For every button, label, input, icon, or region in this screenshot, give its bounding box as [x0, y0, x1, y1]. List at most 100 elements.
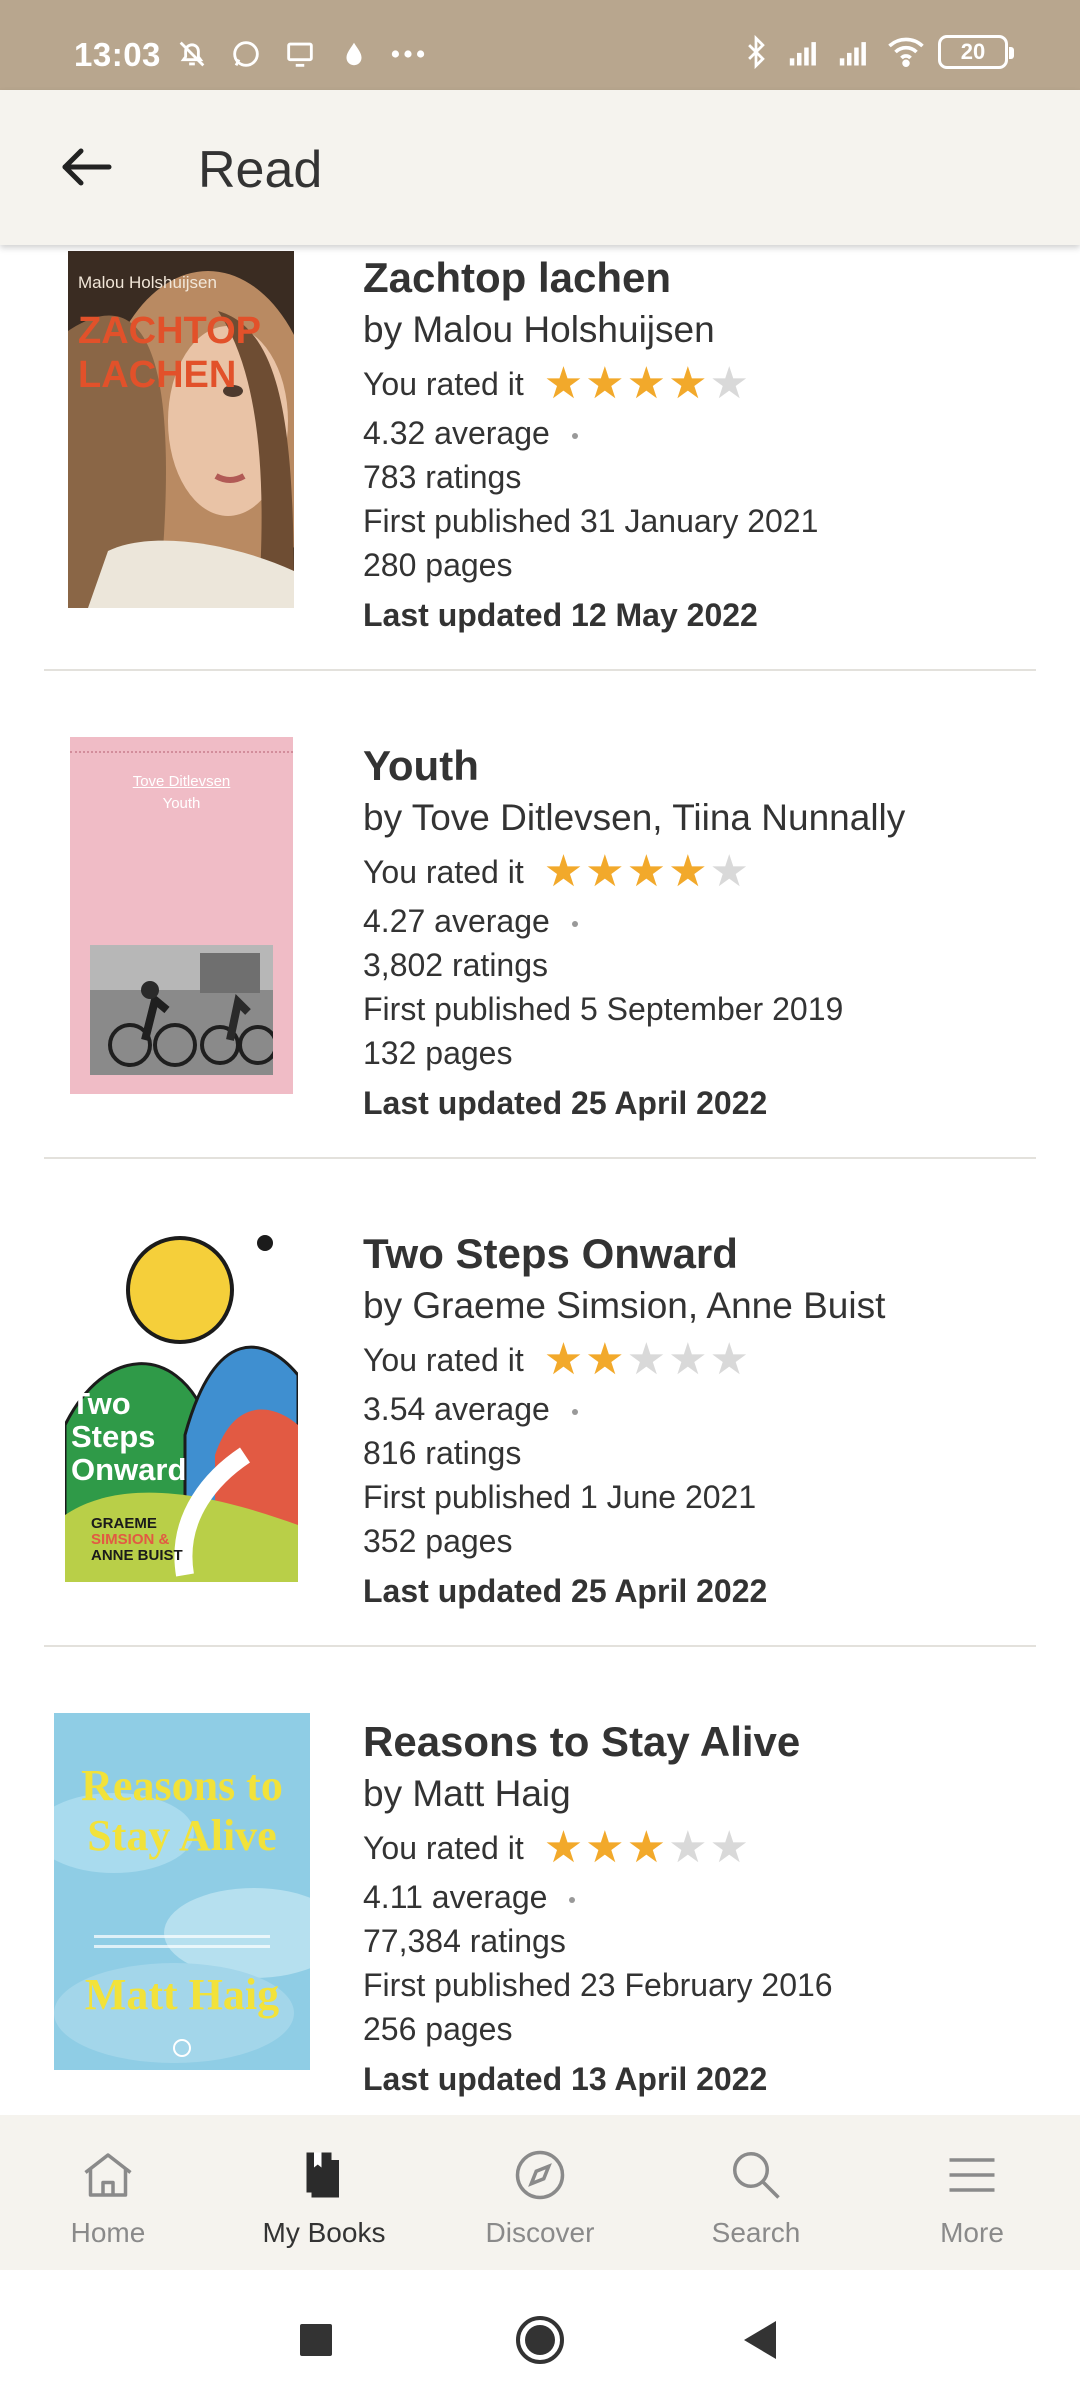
rated-label: You rated it [363, 366, 524, 402]
ratings-count: 3,802 ratings [363, 947, 549, 983]
book-title[interactable]: Youth [363, 741, 905, 791]
star-icon[interactable]: ★ [585, 850, 624, 894]
book-cover[interactable]: Tove Ditlevsen Youth [70, 737, 293, 1094]
star-icon[interactable]: ★ [668, 362, 707, 406]
book-info: Youth by Tove Ditlevsen, Tiina Nunnally … [363, 741, 905, 1131]
book-title[interactable]: Reasons to Stay Alive [363, 1717, 833, 1767]
dot-separator [569, 1896, 576, 1903]
average-rating: 4.11 average [363, 1875, 833, 1919]
star-icon[interactable]: ★ [585, 1338, 624, 1382]
signal-icon [838, 34, 874, 70]
rated-label: You rated it [363, 854, 524, 890]
nav-home-label: Home [70, 2217, 146, 2248]
back-nav-button[interactable] [730, 2310, 790, 2370]
rating-stars[interactable]: ★ ★ ★ ★ ★ [544, 1826, 749, 1870]
average-rating: 3.54 average [363, 1387, 885, 1431]
compass-icon [508, 2143, 572, 2207]
last-updated: Last updated 13 April 2022 [363, 2061, 768, 2097]
book-author[interactable]: by Tove Ditlevsen, Tiina Nunnally [363, 791, 905, 845]
rating-stars[interactable]: ★ ★ ★ ★ ★ [544, 850, 749, 894]
cover-title-text: Youth [162, 795, 201, 812]
star-icon[interactable]: ★ [627, 850, 666, 894]
app-bar: Read [0, 90, 1080, 245]
star-icon[interactable]: ★ [544, 850, 583, 894]
star-icon[interactable]: ★ [544, 362, 583, 406]
user-rating: You rated it ★ ★ ★ ★ ★ [363, 1333, 885, 1387]
star-icon[interactable]: ★ [668, 1826, 707, 1870]
average-text: 3.54 average [363, 1391, 550, 1427]
average-text: 4.11 average [363, 1879, 548, 1915]
search-icon [724, 2143, 788, 2207]
nav-more-label: More [940, 2217, 1004, 2248]
bell-off-icon [174, 36, 210, 72]
book-item[interactable]: Reasons to Stay Alive Matt Haig Reasons … [44, 1647, 1036, 2115]
book-info: Two Steps Onward by Graeme Simsion, Anne… [363, 1229, 885, 1619]
star-icon[interactable]: ★ [710, 850, 749, 894]
last-updated: Last updated 25 April 2022 [363, 1085, 768, 1121]
star-icon[interactable]: ★ [627, 362, 666, 406]
user-rating: You rated it ★ ★ ★ ★ ★ [363, 357, 818, 411]
star-icon[interactable]: ★ [627, 1338, 666, 1382]
home-button[interactable] [510, 2310, 570, 2370]
book-item[interactable]: Tove Ditlevsen Youth Youth by Tove Ditle… [44, 671, 1036, 1159]
star-icon[interactable]: ★ [544, 1826, 583, 1870]
cover-author-text: Tove Ditlevsen [132, 773, 231, 790]
book-item[interactable]: Two Steps Onward GRAEME SIMSION & ANNE B… [44, 1159, 1036, 1647]
page-count: 256 pages [363, 2011, 513, 2047]
average-text: 4.32 average [363, 415, 550, 451]
star-icon[interactable]: ★ [710, 1338, 749, 1382]
cover-title-text: ZACHTOP LACHEN [78, 310, 261, 396]
star-icon[interactable]: ★ [585, 1826, 624, 1870]
books-icon [292, 2143, 356, 2207]
status-time: 13:03 [74, 36, 161, 73]
nav-more[interactable]: More [864, 2115, 1080, 2270]
first-published: First published 23 February 2016 [363, 1967, 833, 2003]
rating-stars[interactable]: ★ ★ ★ ★ ★ [544, 362, 749, 406]
more-dots-icon [390, 36, 426, 72]
first-published: First published 31 January 2021 [363, 503, 819, 539]
dot-separator [571, 432, 578, 439]
rating-stars[interactable]: ★ ★ ★ ★ ★ [544, 1338, 749, 1382]
nav-home[interactable]: Home [0, 2115, 216, 2270]
book-item[interactable]: Malou Holshuijsen ZACHTOP LACHEN Zachtop… [44, 245, 1036, 671]
back-button[interactable] [52, 132, 122, 202]
wifi-icon [888, 34, 924, 70]
book-title[interactable]: Two Steps Onward [363, 1229, 885, 1279]
book-cover[interactable]: Two Steps Onward GRAEME SIMSION & ANNE B… [65, 1225, 298, 1582]
cover-title-text: Reasons to Stay Alive [81, 1761, 283, 1860]
nav-my-books[interactable]: My Books [216, 2115, 432, 2270]
star-icon[interactable]: ★ [585, 362, 624, 406]
star-icon[interactable]: ★ [544, 1338, 583, 1382]
cover-author-text: Malou Holshuijsen [78, 273, 217, 292]
nav-discover[interactable]: Discover [432, 2115, 648, 2270]
page-title: Read [198, 141, 323, 199]
user-rating: You rated it ★ ★ ★ ★ ★ [363, 845, 905, 899]
cover-art [68, 251, 294, 608]
triangle-back-icon [744, 2321, 776, 2359]
dot-separator [571, 1408, 578, 1415]
book-cover[interactable]: Reasons to Stay Alive Matt Haig [54, 1713, 310, 2070]
book-title[interactable]: Zachtop lachen [363, 253, 818, 303]
book-cover[interactable]: Malou Holshuijsen ZACHTOP LACHEN [68, 251, 294, 608]
book-author[interactable]: by Graeme Simsion, Anne Buist [363, 1279, 885, 1333]
cover-title-text: Two Steps Onward [71, 1386, 187, 1487]
ratings-count: 816 ratings [363, 1435, 522, 1471]
book-info: Zachtop lachen by Malou Holshuijsen You … [363, 253, 818, 643]
bottom-nav: Home My Books Discover Search More [0, 2115, 1080, 2270]
star-icon[interactable]: ★ [627, 1826, 666, 1870]
status-right-icons: 20 [738, 34, 1014, 70]
menu-icon [940, 2143, 1004, 2207]
star-icon[interactable]: ★ [668, 1338, 707, 1382]
book-info: Reasons to Stay Alive by Matt Haig You r… [363, 1717, 833, 2107]
star-icon[interactable]: ★ [668, 850, 707, 894]
recents-button[interactable] [286, 2310, 346, 2370]
nav-search[interactable]: Search [648, 2115, 864, 2270]
book-list[interactable]: Malou Holshuijsen ZACHTOP LACHEN Zachtop… [0, 245, 1080, 2115]
book-author[interactable]: by Malou Holshuijsen [363, 303, 818, 357]
book-author[interactable]: by Matt Haig [363, 1767, 833, 1821]
signal-r-icon [788, 34, 824, 70]
average-rating: 4.27 average [363, 899, 905, 943]
star-icon[interactable]: ★ [710, 362, 749, 406]
rated-label: You rated it [363, 1342, 524, 1378]
star-icon[interactable]: ★ [710, 1826, 749, 1870]
